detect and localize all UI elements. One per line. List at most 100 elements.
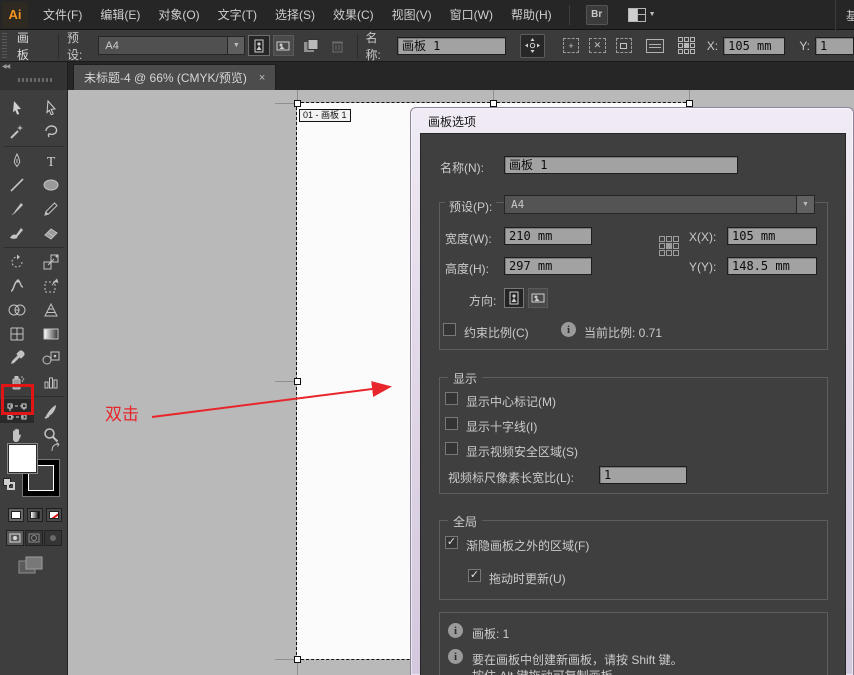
dialog-preset-dropdown[interactable]: A4 ▼: [504, 195, 815, 214]
dialog-portrait-button[interactable]: [504, 288, 524, 308]
gradient-button[interactable]: [27, 508, 43, 522]
preset-dropdown[interactable]: A4 ▼: [98, 36, 245, 55]
menu-separator: [569, 5, 570, 25]
chevron-down-icon[interactable]: ▼: [227, 37, 244, 54]
line-segment-tool[interactable]: [0, 173, 34, 197]
menu-select[interactable]: 选择(S): [266, 0, 324, 30]
gradient-tool[interactable]: [34, 322, 68, 346]
selection-tool[interactable]: [0, 96, 34, 120]
panel-grip[interactable]: [2, 33, 7, 59]
artboard-handle-bottom-left[interactable]: [294, 656, 301, 663]
update-while-dragging-checkbox[interactable]: ✓: [468, 569, 481, 582]
rotate-tool[interactable]: [0, 250, 34, 274]
menu-view[interactable]: 视图(V): [383, 0, 441, 30]
perspective-grid-tool[interactable]: [34, 298, 68, 322]
y-input[interactable]: 1: [815, 37, 854, 55]
artboard-name-input[interactable]: 画板 1: [397, 37, 506, 55]
artboard-handle-top-center[interactable]: [490, 100, 497, 107]
preset-label: 预设:: [67, 29, 93, 63]
draw-normal-button[interactable]: [6, 530, 24, 546]
eyedropper-tool[interactable]: [0, 346, 34, 370]
close-tab-icon[interactable]: ×: [259, 72, 265, 84]
panel-grip[interactable]: [18, 78, 52, 82]
dialog-name-input[interactable]: 画板 1: [504, 156, 738, 174]
shape-builder-tool[interactable]: [0, 298, 34, 322]
fade-region-checkbox[interactable]: ✓: [445, 536, 458, 549]
menu-effect[interactable]: 效果(C): [324, 0, 383, 30]
show-crosshairs-checkbox[interactable]: [445, 417, 458, 430]
menu-window[interactable]: 窗口(W): [441, 0, 502, 30]
artboard-handle-top-right[interactable]: [686, 100, 693, 107]
ellipse-tool[interactable]: [34, 173, 68, 197]
artboard-handle-top-left[interactable]: [294, 100, 301, 107]
document-tab[interactable]: 未标题-4 @ 66% (CMYK/预览) ×: [73, 64, 276, 90]
dialog-y-input[interactable]: 148.5 mm: [727, 257, 817, 275]
menu-file[interactable]: 文件(F): [34, 0, 91, 30]
screen-mode-button[interactable]: [18, 556, 44, 581]
rearrange-artboards-button[interactable]: [678, 37, 695, 54]
pen-tool[interactable]: [0, 149, 34, 173]
dialog-landscape-button[interactable]: [528, 288, 548, 308]
lasso-tool[interactable]: [34, 120, 68, 144]
constrain-checkbox[interactable]: [443, 323, 456, 336]
default-fill-stroke-icon[interactable]: [3, 478, 15, 490]
color-button[interactable]: [8, 508, 24, 522]
scale-tool[interactable]: [34, 250, 68, 274]
slice-tool[interactable]: [34, 399, 68, 423]
dialog-x-input[interactable]: 105 mm: [727, 227, 817, 245]
ruler-aspect-input[interactable]: 1: [599, 466, 687, 484]
direct-selection-tool[interactable]: [34, 96, 68, 120]
tab-bar: ◀◀ 未标题-4 @ 66% (CMYK/预览) ×: [0, 62, 854, 90]
workspace-switcher[interactable]: 基: [835, 0, 854, 30]
paintbrush-tool[interactable]: [0, 197, 34, 221]
show-video-safe-checkbox[interactable]: [445, 442, 458, 455]
artboard-options-button[interactable]: [646, 39, 664, 53]
menu-help[interactable]: 帮助(H): [502, 0, 561, 30]
menu-edit[interactable]: 编辑(E): [91, 0, 149, 30]
x-input[interactable]: 105 mm: [723, 37, 785, 55]
fade-region-label: 渐隐画板之外的区域(F): [466, 537, 589, 554]
arrange-documents-button[interactable]: ▼: [628, 8, 656, 22]
draw-inside-button[interactable]: [44, 530, 62, 546]
mesh-tool[interactable]: [0, 322, 34, 346]
show-center-mark-checkbox[interactable]: [445, 392, 458, 405]
menu-object[interactable]: 对象(O): [149, 0, 208, 30]
constrain-label: 约束比例(C): [464, 324, 529, 341]
reference-point-locator[interactable]: [659, 236, 679, 256]
delete-artboard-button[interactable]: [327, 35, 348, 56]
move-artboard-button[interactable]: [520, 34, 545, 58]
type-tool[interactable]: T: [34, 149, 68, 173]
swap-fill-stroke-icon[interactable]: [50, 442, 61, 456]
symbol-sprayer-tool[interactable]: [0, 370, 34, 394]
ruler-aspect-label: 视频标尺像素长宽比(L):: [448, 469, 574, 486]
width-input[interactable]: 210 mm: [504, 227, 592, 245]
pencil-tool[interactable]: [34, 197, 68, 221]
blob-brush-tool[interactable]: [0, 221, 34, 245]
new-artboard-button[interactable]: [300, 35, 321, 56]
none-button[interactable]: [46, 508, 62, 522]
bridge-button[interactable]: Br: [586, 5, 608, 25]
draw-behind-button[interactable]: [25, 530, 43, 546]
landscape-orientation-button[interactable]: [273, 35, 294, 56]
menu-type[interactable]: 文字(T): [209, 0, 266, 30]
collapse-panel-icon[interactable]: ◀◀: [2, 63, 9, 70]
artboard-rect-icon[interactable]: [616, 38, 633, 53]
magic-wand-tool[interactable]: [0, 120, 34, 144]
fill-swatch[interactable]: [7, 443, 38, 474]
move-with-art-icon[interactable]: +: [563, 38, 580, 53]
chevron-down-icon[interactable]: ▼: [796, 196, 814, 213]
width-tool[interactable]: [0, 274, 34, 298]
portrait-icon: [508, 291, 520, 305]
free-transform-tool[interactable]: [34, 274, 68, 298]
delete-cross-icon[interactable]: ✕: [589, 38, 606, 53]
height-input[interactable]: 297 mm: [504, 257, 592, 275]
portrait-orientation-button[interactable]: [248, 35, 269, 56]
artboard-tool[interactable]: [0, 399, 34, 423]
blend-tool[interactable]: [34, 346, 68, 370]
arrange-documents-icon: [628, 8, 646, 22]
column-graph-tool[interactable]: [34, 370, 68, 394]
info-icon: i: [448, 649, 463, 664]
eraser-tool[interactable]: [34, 221, 68, 245]
tip-line-1: 要在画板中创建新画板，请按 Shift 键。: [472, 651, 683, 668]
display-group: 显示 显示中心标记(M) 显示十字线(I) 显示视频安全区域(S) 视频标尺像素…: [439, 377, 828, 494]
